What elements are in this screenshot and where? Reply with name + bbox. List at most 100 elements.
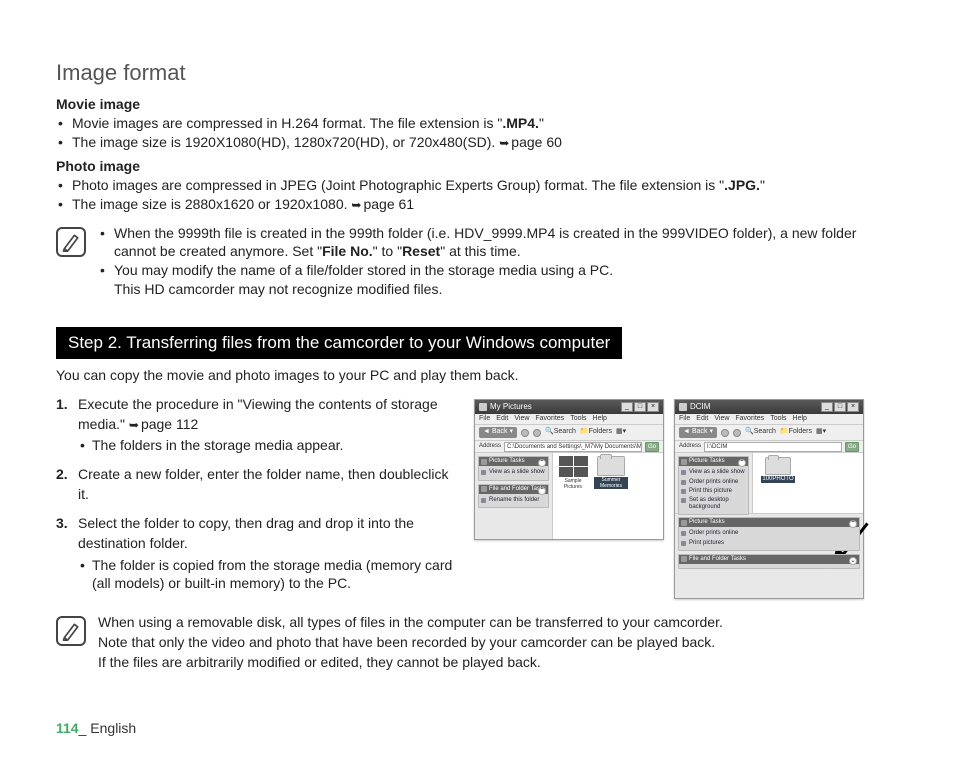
- text: This HD camcorder may not recognize modi…: [114, 281, 442, 297]
- menubar[interactable]: File Edit View Favorites Tools Help: [675, 414, 863, 425]
- menu-view[interactable]: View: [714, 415, 729, 422]
- text-bold: .MP4.: [502, 115, 539, 131]
- folder-100photo[interactable]: 100PHOTO: [757, 457, 799, 483]
- folder-sample-pictures[interactable]: Sample Pictures: [556, 456, 590, 490]
- window-icon: [679, 403, 687, 411]
- text: Movie images are compressed in H.264 for…: [72, 115, 502, 131]
- step-heading-bar: Step 2. Transferring files from the camc…: [56, 327, 622, 359]
- step-num: 2.: [56, 465, 68, 485]
- task-link[interactable]: Set as desktop background: [681, 496, 746, 512]
- footer-language: English: [90, 720, 136, 736]
- up-button[interactable]: [533, 429, 541, 437]
- folder-pane[interactable]: 100PHOTO: [753, 453, 863, 513]
- collapse-icon[interactable]: ⌃: [538, 487, 546, 495]
- photo-image-heading: Photo image: [56, 158, 898, 174]
- collapse-icon[interactable]: ⌃: [849, 520, 857, 528]
- minimize-button[interactable]: _: [821, 402, 833, 412]
- menu-edit[interactable]: Edit: [496, 415, 508, 422]
- explorer-window-dcim: DCIM _ □ × File Edit View Favorites Tools Hel…: [674, 399, 864, 599]
- task-link[interactable]: View as a slide show: [681, 468, 746, 477]
- step-2: 2. Create a new folder, enter the folder…: [56, 465, 456, 504]
- toolbar: ◄ Back ▾ 🔍Search 📁Folders ▦▾: [675, 425, 863, 441]
- menu-file[interactable]: File: [679, 415, 690, 422]
- search-button[interactable]: 🔍Search: [745, 428, 776, 436]
- task-link[interactable]: Rename this folder: [481, 496, 546, 505]
- menu-help[interactable]: Help: [793, 415, 807, 422]
- text-bold: File No.: [322, 243, 373, 259]
- address-bar: Address C:\Documents and Settings\_M7\My…: [475, 441, 663, 453]
- task-link[interactable]: Print this picture: [681, 487, 746, 496]
- text: Folders: [589, 428, 612, 435]
- menu-view[interactable]: View: [514, 415, 529, 422]
- views-button[interactable]: ▦▾: [816, 428, 826, 436]
- page-ref: page 61: [351, 196, 414, 212]
- window-title: DCIM: [690, 402, 710, 412]
- file-folder-tasks-panel: File and Folder Tasks ⌃ Rename this fold…: [478, 484, 549, 508]
- text: Folders: [789, 428, 812, 435]
- address-label: Address: [479, 443, 501, 450]
- text: _: [79, 720, 91, 736]
- menu-favorites[interactable]: Favorites: [535, 415, 564, 422]
- task-link[interactable]: View as a slide show: [481, 468, 546, 477]
- forward-button[interactable]: [521, 429, 529, 437]
- text-bold: Reset: [402, 243, 440, 259]
- text: ": [539, 115, 544, 131]
- up-button[interactable]: [733, 429, 741, 437]
- forward-button[interactable]: [721, 429, 729, 437]
- back-button[interactable]: ◄ Back ▾: [479, 427, 517, 437]
- picture-tasks-panel-2: Picture Tasks ⌃ Order prints online Prin…: [678, 517, 860, 551]
- explorer-window-my-pictures: My Pictures _ □ × File Edit View Favorites T…: [474, 399, 664, 540]
- panel-header: Picture Tasks: [689, 519, 725, 526]
- page-number: 114: [56, 720, 79, 736]
- menu-favorites[interactable]: Favorites: [735, 415, 764, 422]
- address-field[interactable]: I:\DCIM: [704, 442, 842, 452]
- folder-label-selected: 100PHOTO: [761, 476, 794, 483]
- movie-image-heading: Movie image: [56, 96, 898, 112]
- text: " at this time.: [440, 243, 520, 259]
- go-button[interactable]: Go: [845, 442, 859, 452]
- menubar[interactable]: File Edit View Favorites Tools Help: [475, 414, 663, 425]
- folder-summer-memories[interactable]: Summer Memories: [594, 456, 628, 490]
- collapse-icon[interactable]: ⌃: [538, 459, 546, 467]
- text: The image size is 1920X1080(HD), 1280x72…: [72, 134, 499, 150]
- task-link[interactable]: Order prints online: [681, 478, 746, 487]
- collapse-icon[interactable]: ⌃: [738, 459, 746, 467]
- menu-file[interactable]: File: [479, 415, 490, 422]
- expand-icon[interactable]: ⌄: [849, 557, 857, 565]
- folder-icon: [597, 456, 625, 476]
- go-button[interactable]: Go: [645, 442, 659, 452]
- menu-tools[interactable]: Tools: [570, 415, 586, 422]
- text: You may modify the name of a file/folder…: [114, 262, 613, 278]
- menu-help[interactable]: Help: [593, 415, 607, 422]
- close-button[interactable]: ×: [647, 402, 659, 412]
- minimize-button[interactable]: _: [621, 402, 633, 412]
- text: Note that only the video and photo that …: [98, 634, 715, 650]
- address-label: Address: [679, 443, 701, 450]
- search-button[interactable]: 🔍Search: [545, 428, 576, 436]
- menu-tools[interactable]: Tools: [770, 415, 786, 422]
- file-folder-tasks-panel: File and Folder Tasks ⌄: [678, 554, 860, 569]
- task-link[interactable]: Print pictures: [681, 539, 857, 548]
- address-field[interactable]: C:\Documents and Settings\_M7\My Documen…: [504, 442, 642, 452]
- folders-button[interactable]: 📁Folders: [780, 428, 812, 436]
- titlebar: DCIM _ □ ×: [675, 400, 863, 414]
- section-title: Image format: [56, 60, 898, 86]
- window-title: My Pictures: [490, 402, 532, 412]
- page-footer: 114_ English: [56, 720, 136, 736]
- toolbar: ◄ Back ▾ 🔍Search 📁Folders ▦▾: [475, 425, 663, 441]
- back-button[interactable]: ◄ Back ▾: [679, 427, 717, 437]
- menu-edit[interactable]: Edit: [696, 415, 708, 422]
- picture-tasks-panel: Picture Tasks ⌃ View as a slide show: [478, 456, 549, 480]
- movie-bullet-1: Movie images are compressed in H.264 for…: [56, 114, 898, 133]
- task-link[interactable]: Order prints online: [681, 529, 857, 538]
- step-num: 3.: [56, 514, 68, 534]
- step-num: 1.: [56, 395, 68, 415]
- folder-label-selected: Summer Memories: [594, 477, 628, 489]
- views-button[interactable]: ▦▾: [616, 428, 626, 436]
- maximize-button[interactable]: □: [834, 402, 846, 412]
- maximize-button[interactable]: □: [634, 402, 646, 412]
- panel-header: File and Folder Tasks: [689, 556, 746, 563]
- folders-button[interactable]: 📁Folders: [580, 428, 612, 436]
- close-button[interactable]: ×: [847, 402, 859, 412]
- text: Create a new folder, enter the folder na…: [78, 466, 448, 502]
